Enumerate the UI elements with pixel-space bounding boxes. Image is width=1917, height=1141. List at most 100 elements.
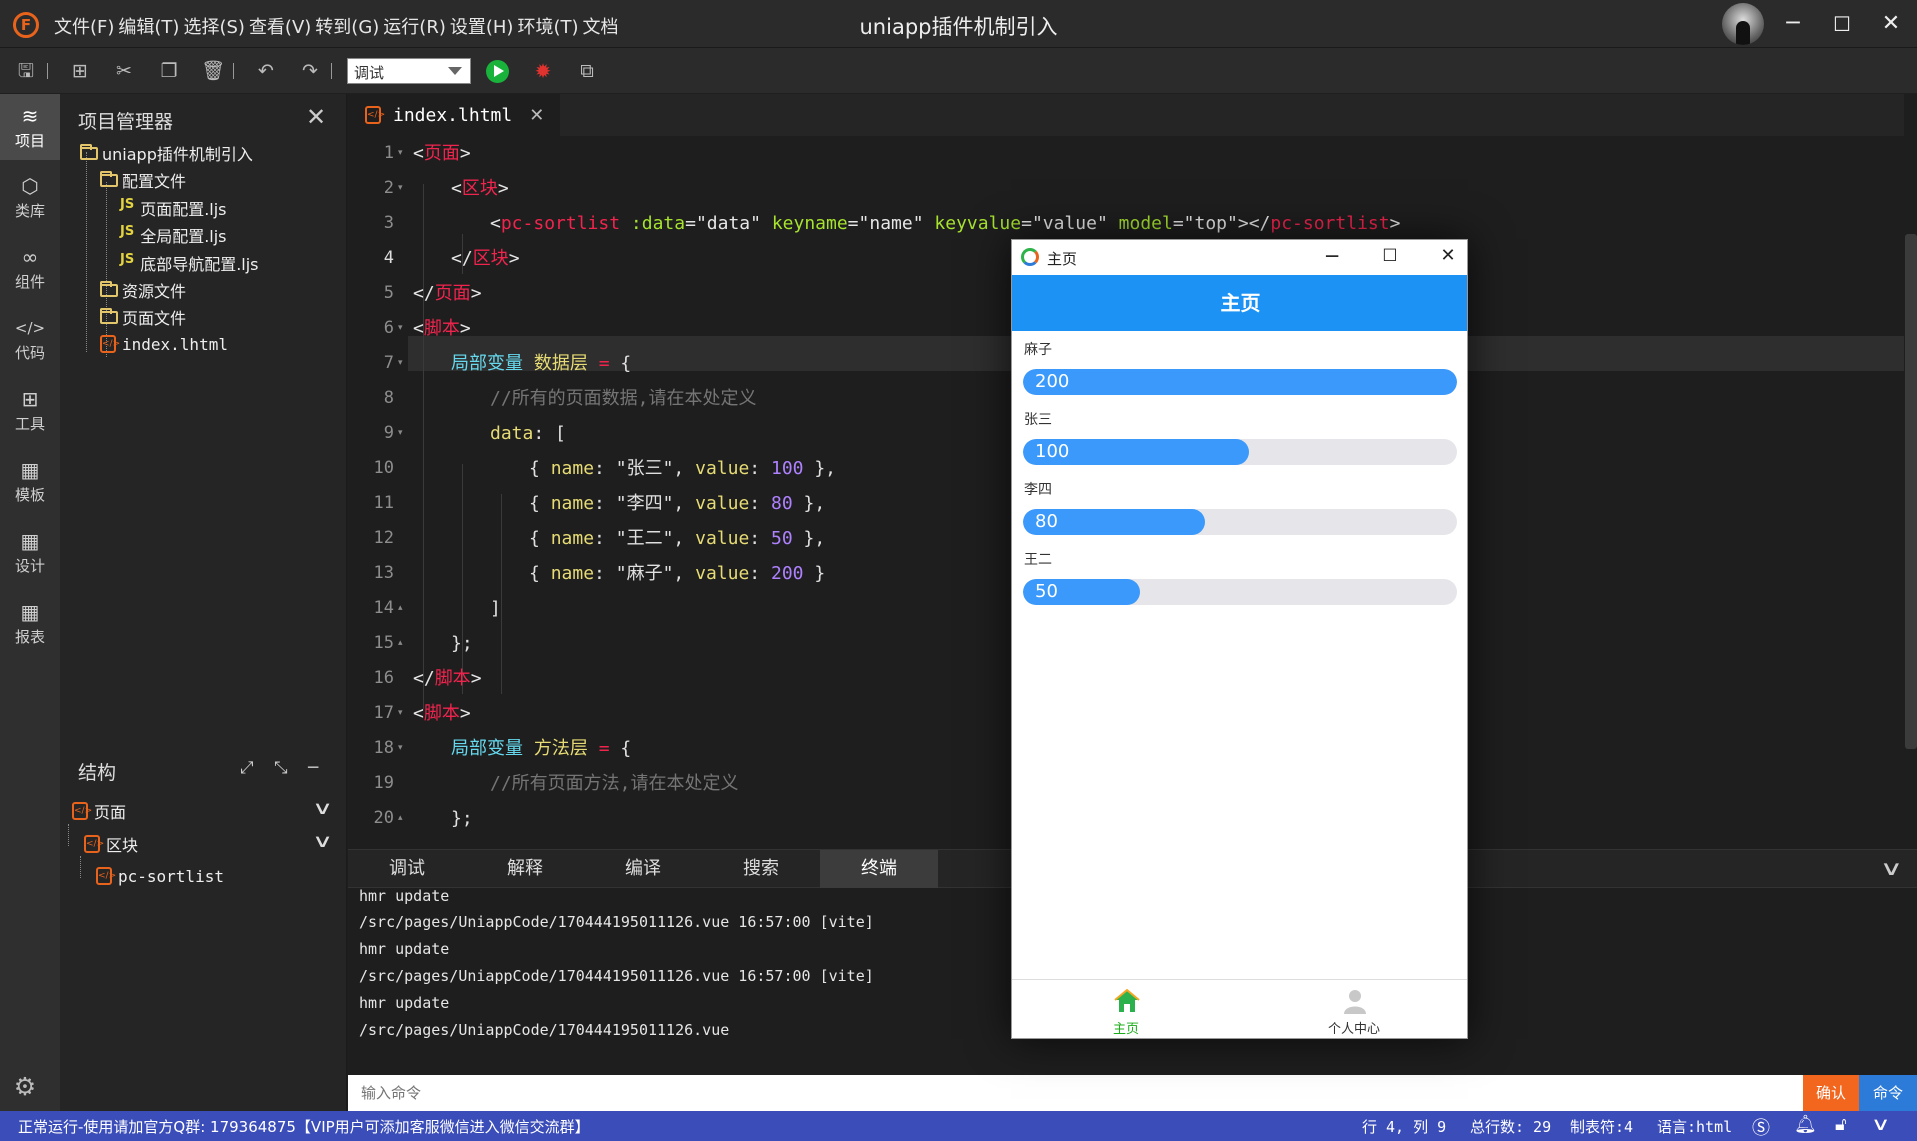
chevron-down-icon[interactable]: ∨: [312, 798, 333, 819]
save-icon[interactable]: 🖫: [14, 59, 38, 83]
undo-icon[interactable]: ↶: [254, 59, 278, 83]
tree-file-page-config[interactable]: JS 页面配置.ljs: [120, 195, 227, 221]
sortlist-bar[interactable]: 50: [1023, 579, 1457, 605]
code-line[interactable]: //所有页面方法,请在本处定义: [490, 766, 739, 801]
minimize-panel-icon[interactable]: ─: [308, 758, 318, 778]
menu-run[interactable]: 运行(R): [383, 13, 446, 39]
command-button[interactable]: 命令: [1859, 1075, 1917, 1111]
fold-icon[interactable]: ▾: [398, 731, 403, 766]
minimize-icon[interactable]: ─: [1320, 244, 1344, 268]
code-line[interactable]: <页面>: [413, 136, 471, 171]
tab-debug[interactable]: 调试: [348, 850, 466, 888]
maximize-icon[interactable]: ☐: [1378, 246, 1402, 266]
code-line[interactable]: data: [: [490, 416, 566, 451]
menu-settings[interactable]: 设置(H): [450, 13, 514, 39]
new-file-icon[interactable]: ⊞: [68, 59, 92, 83]
expand-icon[interactable]: ⤢: [240, 758, 254, 778]
code-line[interactable]: </区块>: [451, 241, 520, 276]
fold-icon[interactable]: ▾: [398, 696, 403, 731]
chevron-down-icon[interactable]: ∨: [312, 831, 333, 852]
run-mode-select[interactable]: 调试: [347, 58, 471, 84]
code-line[interactable]: </页面>: [413, 276, 482, 311]
code-line[interactable]: { name: "王二", value: 50 },: [529, 521, 825, 556]
activity-report[interactable]: ▦ 报表: [0, 590, 60, 656]
close-icon[interactable]: ✕: [529, 105, 544, 126]
editor-tab[interactable]: </> index.lhtml ✕: [348, 94, 560, 136]
tree-file-index[interactable]: </> index.lhtml: [100, 331, 228, 357]
structure-node-sortlist[interactable]: </> pc-sortlist: [96, 863, 224, 889]
code-line[interactable]: <区块>: [451, 171, 509, 206]
activity-library[interactable]: ⬡ 类库: [0, 164, 60, 230]
activity-project[interactable]: ≋ 项目: [0, 94, 60, 160]
close-icon[interactable]: ✕: [1876, 10, 1906, 38]
maximize-icon[interactable]: ☐: [1827, 10, 1857, 38]
tab-size[interactable]: 制表符:4: [1570, 1116, 1633, 1137]
code-line[interactable]: };: [451, 626, 473, 661]
activity-components[interactable]: ∞ 组件: [0, 235, 60, 301]
chevron-down-icon[interactable]: ∨: [1871, 1114, 1891, 1135]
code-line[interactable]: <pc-sortlist :data="data" keyname="name"…: [490, 206, 1400, 241]
code-line[interactable]: };: [451, 801, 473, 836]
tabbar-item-profile[interactable]: 个人中心: [1240, 980, 1467, 1038]
tabbar-item-home[interactable]: 主页: [1012, 980, 1240, 1038]
code-line[interactable]: <脚本>: [413, 696, 471, 731]
dollar-icon[interactable]: Ⓢ: [1752, 1114, 1770, 1140]
activity-design[interactable]: ▦ 设计: [0, 519, 60, 585]
tree-folder-pages[interactable]: 页面文件: [100, 304, 186, 330]
fold-icon[interactable]: ▾: [398, 136, 403, 171]
code-line[interactable]: 局部变量 数据层 = {: [451, 346, 631, 381]
fold-icon[interactable]: ▾: [398, 171, 403, 206]
fold-icon[interactable]: ▾: [398, 346, 403, 381]
debug-icon[interactable]: ✹: [531, 59, 555, 83]
menu-file[interactable]: 文件(F): [54, 13, 114, 39]
tree-folder-resources[interactable]: 资源文件: [100, 277, 186, 303]
editor-scrollbar[interactable]: [1905, 234, 1917, 749]
preview-icon[interactable]: ⧉: [575, 59, 599, 83]
user-avatar[interactable]: [1722, 3, 1764, 45]
cursor-position[interactable]: 行 4, 列 9: [1362, 1116, 1446, 1137]
tab-terminal[interactable]: 终端: [820, 850, 938, 888]
fold-icon[interactable]: ▾: [398, 311, 403, 346]
code-line[interactable]: </脚本>: [413, 661, 482, 696]
tab-compile[interactable]: 编译: [584, 850, 702, 888]
code-line[interactable]: ]: [490, 591, 501, 626]
activity-tools[interactable]: ⊞ 工具: [0, 377, 60, 443]
sortlist-bar[interactable]: 200: [1023, 369, 1457, 395]
tree-root[interactable]: uniapp插件机制引入: [80, 140, 253, 166]
menu-environment[interactable]: 环境(T): [517, 13, 578, 39]
tree-file-tabbar-config[interactable]: JS 底部导航配置.ljs: [120, 250, 259, 276]
language-mode[interactable]: 语言:html: [1657, 1116, 1732, 1137]
structure-node-block[interactable]: </> 区块: [84, 831, 138, 857]
menu-view[interactable]: 查看(V): [249, 13, 311, 39]
fold-icon[interactable]: ▴: [398, 591, 403, 626]
tab-search[interactable]: 搜索: [702, 850, 820, 888]
activity-code[interactable]: </> 代码: [0, 306, 60, 372]
redo-icon[interactable]: ↷: [298, 59, 322, 83]
close-icon[interactable]: ✕: [1436, 245, 1460, 266]
delete-icon[interactable]: 🗑: [201, 59, 225, 83]
menu-select[interactable]: 选择(S): [183, 13, 244, 39]
close-icon[interactable]: ✕: [306, 103, 326, 131]
sortlist-bar[interactable]: 100: [1023, 439, 1457, 465]
chevron-down-icon[interactable]: ∨: [1880, 856, 1903, 880]
bell-icon[interactable]: 🔔︎: [1794, 1114, 1817, 1135]
collapse-icon[interactable]: ⤡: [274, 758, 288, 778]
tree-folder-config[interactable]: 配置文件: [100, 167, 186, 193]
fold-icon[interactable]: ▴: [398, 801, 403, 836]
tree-file-global-config[interactable]: JS 全局配置.ljs: [120, 222, 227, 248]
menu-goto[interactable]: 转到(G): [315, 13, 379, 39]
structure-node-page[interactable]: </> 页面: [72, 798, 126, 824]
menu-docs[interactable]: 文档: [583, 13, 619, 39]
code-line[interactable]: <脚本>: [413, 311, 471, 346]
confirm-button[interactable]: 确认: [1803, 1075, 1859, 1111]
tab-explain[interactable]: 解释: [466, 850, 584, 888]
minimize-icon[interactable]: ─: [1778, 10, 1808, 38]
code-line[interactable]: { name: "麻子", value: 200 }: [529, 556, 825, 591]
command-input[interactable]: [348, 1075, 1803, 1111]
gear-icon[interactable]: ⚙: [10, 1072, 40, 1102]
unlock-icon[interactable]: 🔓︎: [1835, 1114, 1847, 1135]
activity-template[interactable]: ▦ 模板: [0, 448, 60, 514]
sortlist-bar[interactable]: 80: [1023, 509, 1457, 535]
menu-edit[interactable]: 编辑(T): [118, 13, 179, 39]
fold-icon[interactable]: ▴: [398, 626, 403, 661]
